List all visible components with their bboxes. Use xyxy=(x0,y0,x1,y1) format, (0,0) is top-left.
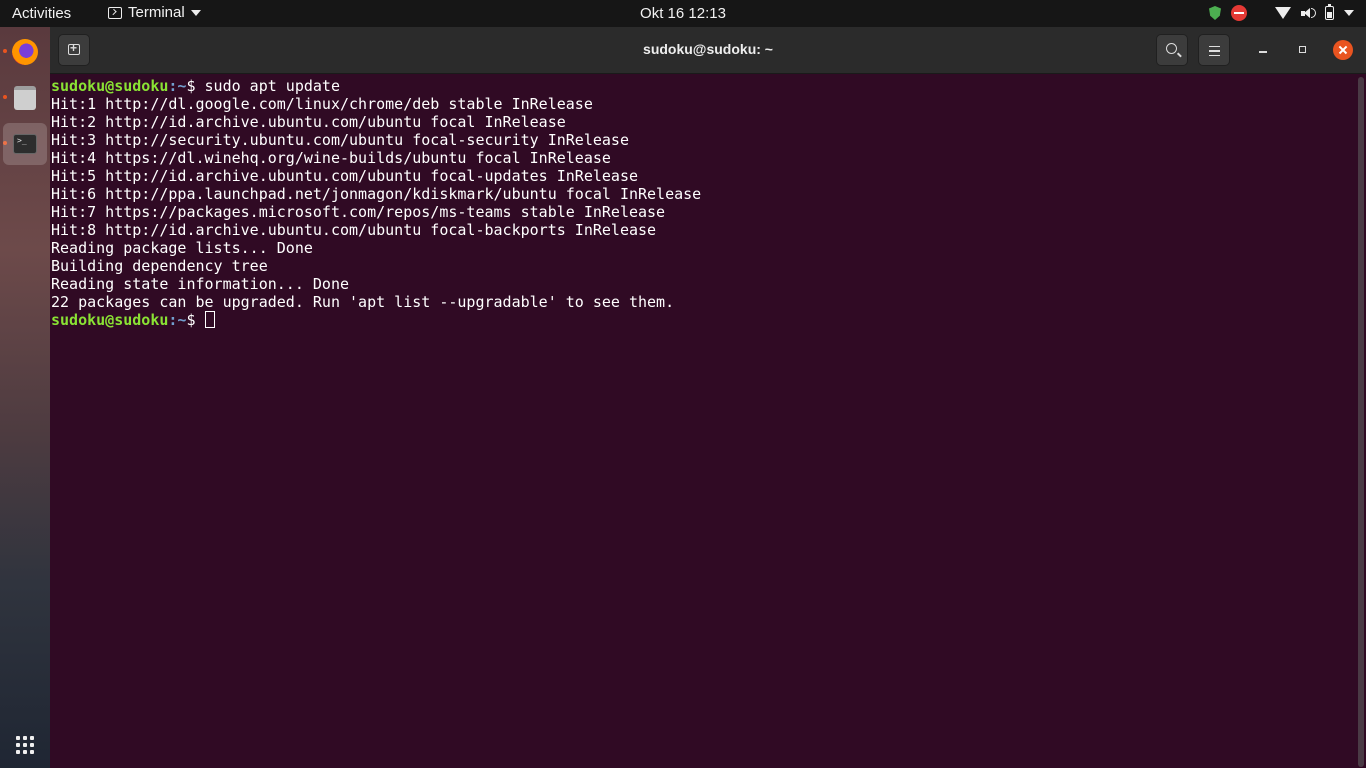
prompt-symbol: $ xyxy=(186,311,205,329)
maximize-button[interactable] xyxy=(1293,40,1313,60)
close-button[interactable] xyxy=(1333,40,1353,60)
firefox-icon xyxy=(12,39,38,65)
system-menu-caret-icon[interactable] xyxy=(1344,10,1354,16)
minimize-button[interactable] xyxy=(1253,40,1273,60)
output-line: Hit:6 http://ppa.launchpad.net/jonmagon/… xyxy=(51,185,702,203)
text-cursor xyxy=(204,311,215,328)
output-line: 22 packages can be upgraded. Run 'apt li… xyxy=(51,293,675,311)
shield-icon[interactable] xyxy=(1209,6,1221,20)
prompt-path: :~ xyxy=(168,77,187,95)
prompt-path: :~ xyxy=(168,311,187,329)
top-bar: Activities Terminal Okt 16 12:13 xyxy=(0,0,1366,27)
output-line: Hit:7 https://packages.microsoft.com/rep… xyxy=(51,203,666,221)
prompt-user-host: sudoku@sudoku xyxy=(51,311,169,329)
system-tray[interactable] xyxy=(1209,3,1354,23)
output-line: Hit:2 http://id.archive.ubuntu.com/ubunt… xyxy=(51,113,566,131)
terminal-output[interactable]: sudoku@sudoku:~$ sudo apt update Hit:1 ht… xyxy=(50,74,1366,768)
dock-item-terminal[interactable]: >_ xyxy=(3,123,47,165)
clock[interactable]: Okt 16 12:13 xyxy=(0,5,1366,22)
scrollbar[interactable] xyxy=(1358,77,1364,767)
output-line: Building dependency tree xyxy=(51,257,268,275)
output-line: Reading state information... Done xyxy=(51,275,350,293)
output-line: Hit:5 http://id.archive.ubuntu.com/ubunt… xyxy=(51,167,638,185)
prompt-user-host: sudoku@sudoku xyxy=(51,77,169,95)
dock: >_ xyxy=(0,27,50,768)
command-text: sudo apt update xyxy=(195,77,340,95)
battery-icon[interactable] xyxy=(1325,4,1334,20)
show-apps-icon[interactable] xyxy=(16,736,34,754)
terminal-window: sudoku@sudoku: ~ sudoku@sudoku:~$ sudo a… xyxy=(50,27,1366,768)
output-line: Hit:1 http://dl.google.com/linux/chrome/… xyxy=(51,95,593,113)
dock-item-firefox[interactable] xyxy=(3,31,47,73)
prompt-line: sudoku@sudoku:~$ xyxy=(51,311,1366,329)
output-line: Hit:3 http://security.ubuntu.com/ubuntu … xyxy=(51,131,629,149)
wifi-icon[interactable] xyxy=(1275,7,1291,19)
prompt-line: sudoku@sudoku:~$ sudo apt update xyxy=(51,77,1366,95)
header-bar: sudoku@sudoku: ~ xyxy=(50,27,1366,74)
dock-item-files[interactable] xyxy=(3,77,47,119)
terminal-icon: >_ xyxy=(13,134,37,154)
prompt-symbol: $ xyxy=(186,77,196,95)
search-button[interactable] xyxy=(1156,34,1188,66)
files-icon xyxy=(14,86,36,110)
hamburger-menu-button[interactable] xyxy=(1198,34,1230,66)
output-line: Reading package lists... Done xyxy=(51,239,313,257)
volume-icon[interactable] xyxy=(1301,7,1316,19)
output-line: Hit:4 https://dl.winehq.org/wine-builds/… xyxy=(51,149,611,167)
output-line: Hit:8 http://id.archive.ubuntu.com/ubunt… xyxy=(51,221,657,239)
do-not-disturb-icon[interactable] xyxy=(1231,5,1247,21)
